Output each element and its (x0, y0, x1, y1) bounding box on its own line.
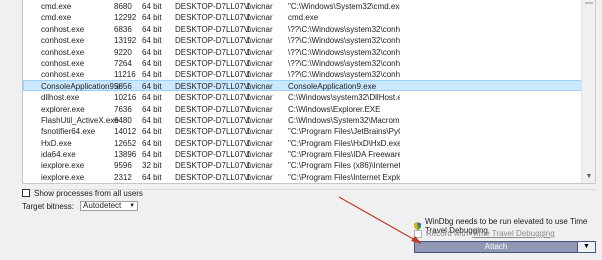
annotation-arrow (338, 196, 422, 244)
